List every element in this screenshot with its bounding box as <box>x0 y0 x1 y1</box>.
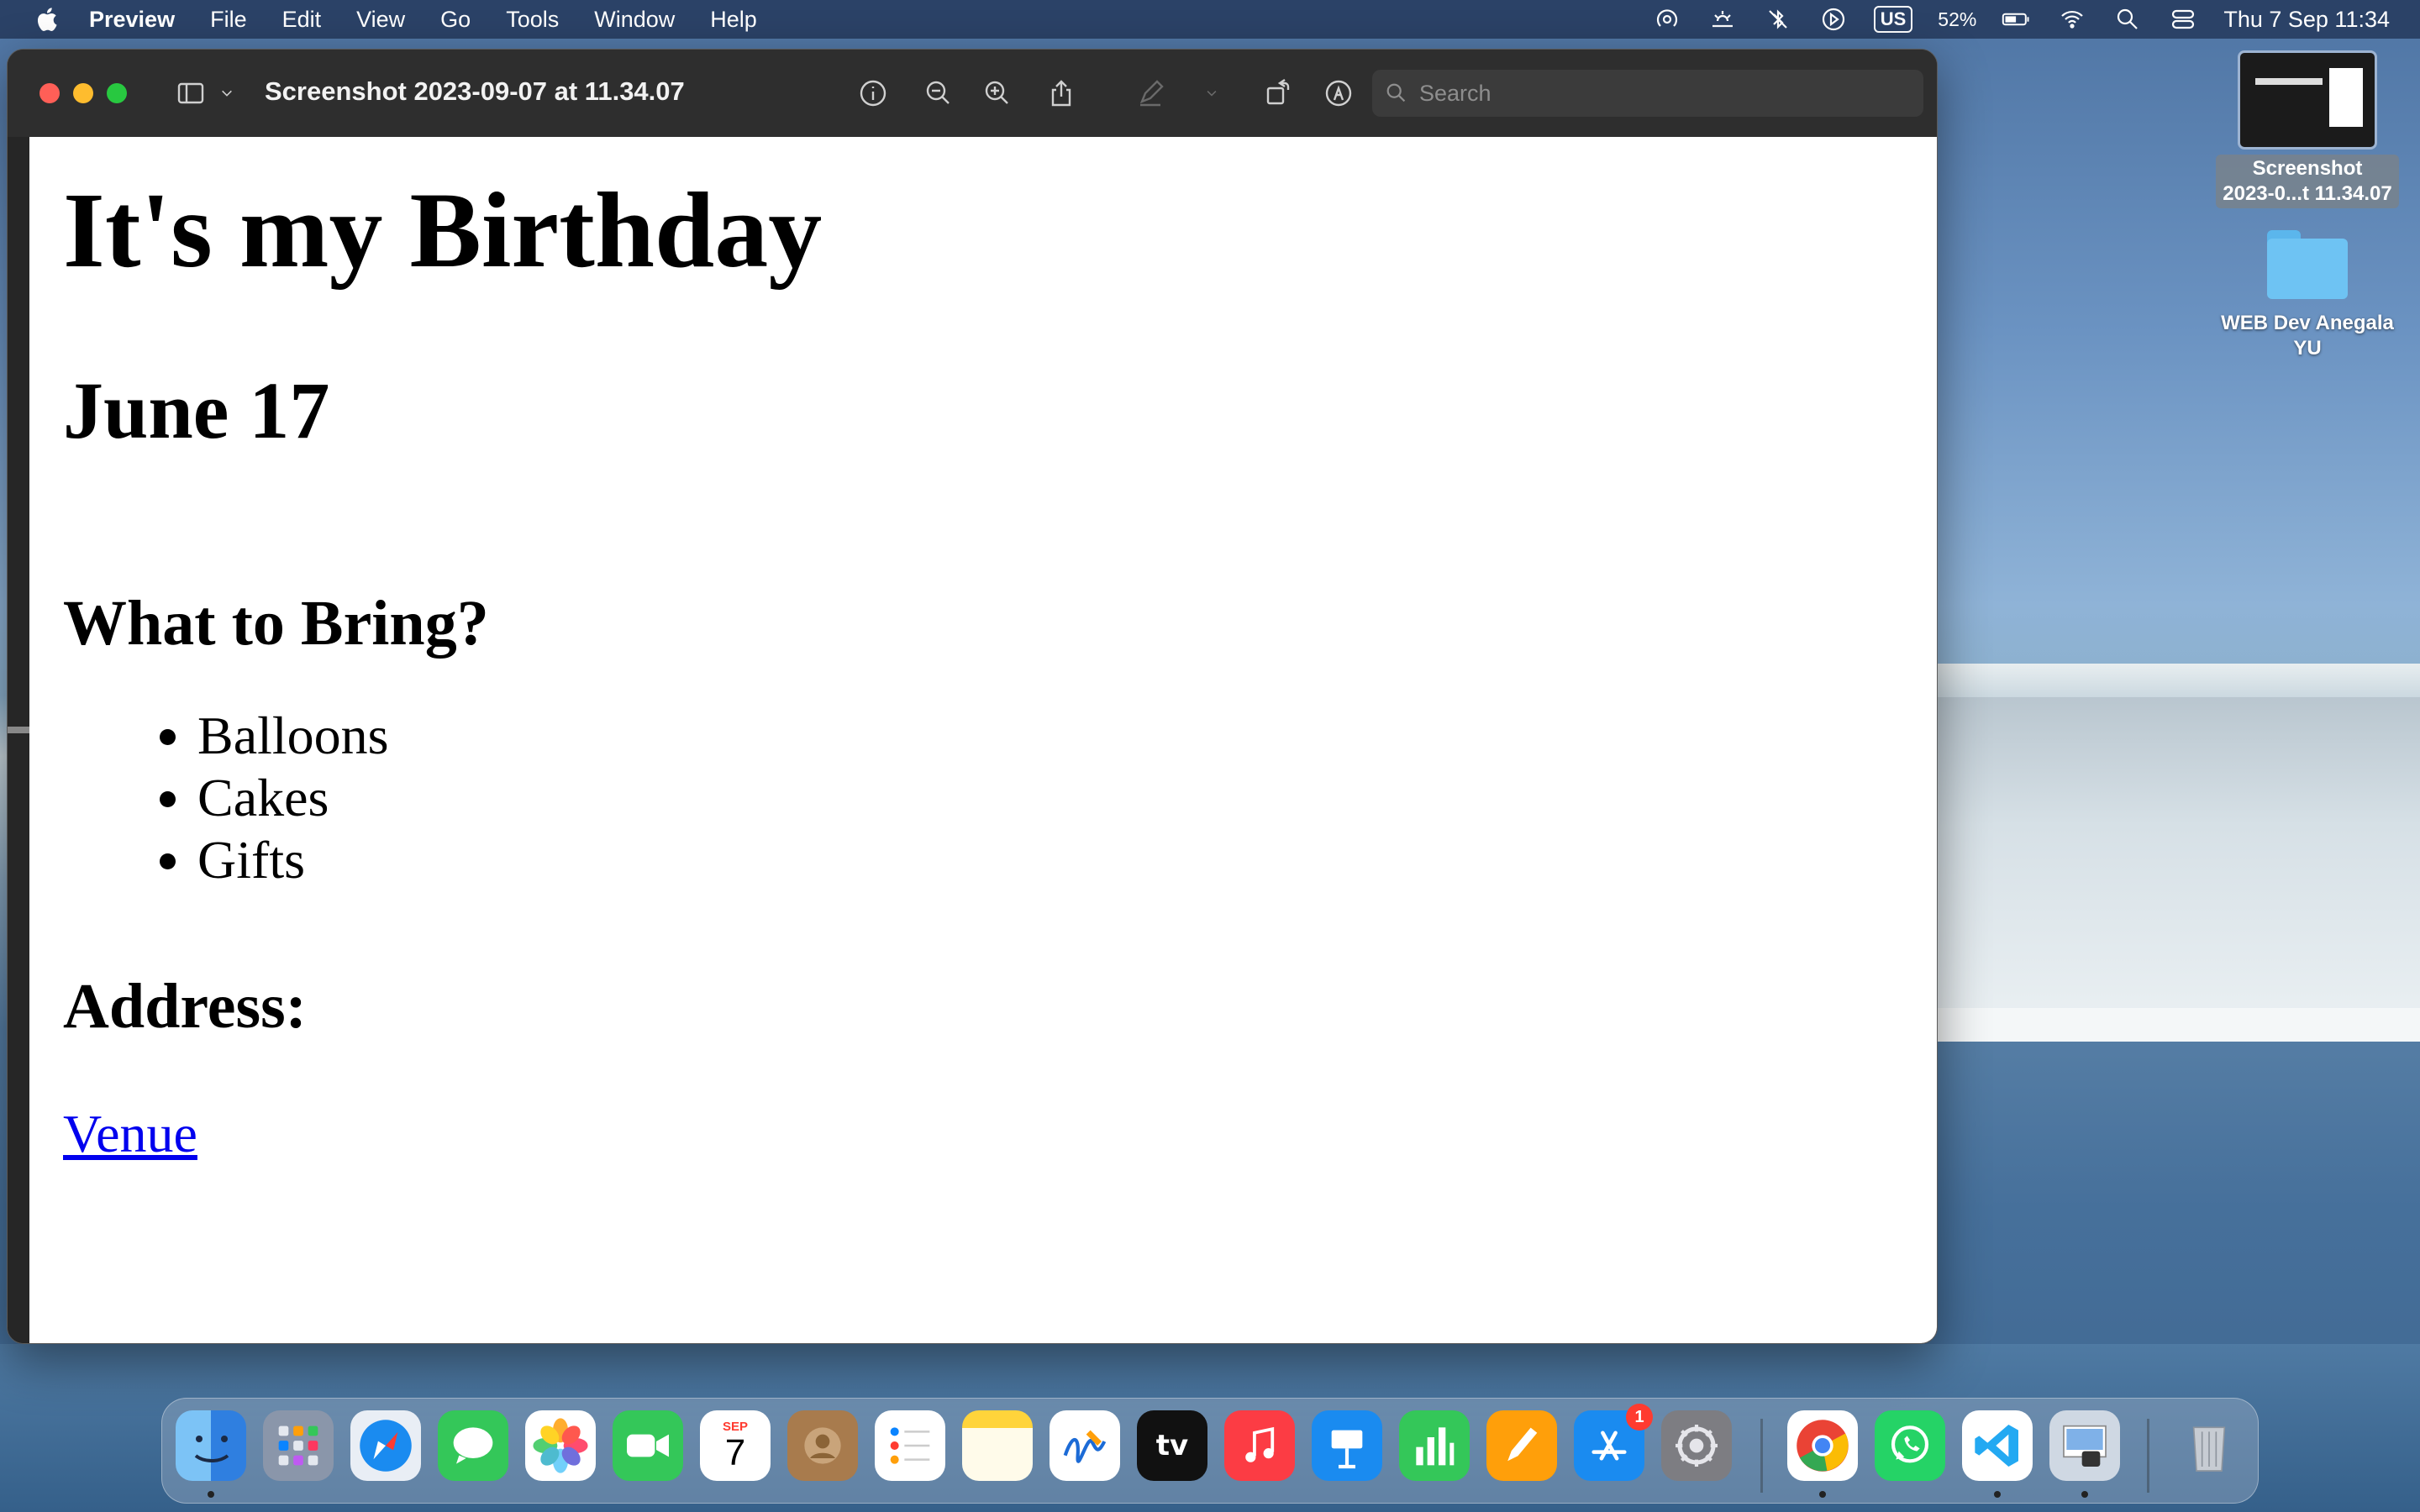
apple-icon[interactable] <box>34 6 59 33</box>
list-item: Balloons <box>197 705 389 767</box>
document-content: It's my Birthday June 17 What to Bring? … <box>29 137 1937 1343</box>
sidebar-menu-chevron-icon[interactable] <box>214 75 239 112</box>
reminders-icon[interactable] <box>875 1410 945 1481</box>
calendar-day: 7 <box>724 1431 746 1473</box>
notes-icon[interactable] <box>962 1410 1033 1481</box>
apple-tv-label: tv <box>1155 1429 1189 1462</box>
chrome-icon[interactable] <box>1787 1410 1858 1481</box>
desktop-folder[interactable]: WEB Dev Anegala YU <box>2207 227 2408 361</box>
app-store-icon[interactable]: 1 <box>1574 1404 1653 1481</box>
wallpaper-pool <box>1933 697 2420 1016</box>
vscode-icon[interactable] <box>1962 1410 2033 1481</box>
desktop-file-label-line-2: 2023-0...t 11.34.07 <box>2223 182 2392 205</box>
markup-icon[interactable] <box>1320 75 1357 112</box>
running-indicator <box>1819 1491 1826 1498</box>
menu-file[interactable]: File <box>210 7 247 33</box>
menu-bar: Preview File Edit View Go Tools Window H… <box>0 0 2420 39</box>
screenshot-thumbnail-icon <box>2238 50 2377 150</box>
calendar-month: SEP <box>722 1419 748 1434</box>
rotate-icon[interactable] <box>1260 75 1297 112</box>
music-icon[interactable] <box>1224 1410 1295 1481</box>
sidebar-resize-handle[interactable] <box>8 727 29 733</box>
zoom-window-button[interactable] <box>107 83 127 103</box>
menu-view[interactable]: View <box>356 7 405 33</box>
dock-separator <box>1760 1419 1763 1493</box>
wifi-icon[interactable] <box>2057 4 2087 34</box>
control-center-icon[interactable] <box>2168 4 2198 34</box>
messages-icon[interactable] <box>438 1410 508 1481</box>
desktop-file-label: Screenshot 2023-0...t 11.34.07 <box>2216 155 2399 208</box>
running-indicator <box>2081 1491 2088 1498</box>
desktop-folder-label-line-1: WEB Dev Anegala <box>2221 312 2394 334</box>
running-indicator <box>1994 1491 2001 1498</box>
trash-icon[interactable] <box>2174 1410 2244 1481</box>
highlight-menu-chevron-icon[interactable] <box>1199 75 1224 112</box>
zoom-out-icon[interactable] <box>920 75 957 112</box>
menu-window[interactable]: Window <box>594 7 675 33</box>
numbers-icon[interactable] <box>1399 1410 1470 1481</box>
launchpad-icon[interactable] <box>263 1410 334 1481</box>
freeform-icon[interactable] <box>1050 1410 1120 1481</box>
bluetooth-off-icon[interactable] <box>1763 4 1793 34</box>
zoom-in-icon[interactable] <box>979 75 1016 112</box>
close-window-button[interactable] <box>39 83 60 103</box>
menu-tools[interactable]: Tools <box>506 7 559 33</box>
folder-icon <box>2265 227 2349 302</box>
now-playing-icon[interactable] <box>1818 4 1849 34</box>
minimize-window-button[interactable] <box>73 83 93 103</box>
window-title: Screenshot 2023-09-07 at 11.34.07 <box>265 76 685 106</box>
venue-link[interactable]: Venue <box>63 1103 197 1165</box>
facetime-icon[interactable] <box>613 1410 683 1481</box>
safari-icon[interactable] <box>350 1410 421 1481</box>
input-source-badge[interactable]: US <box>1873 6 1913 33</box>
finder-icon[interactable] <box>176 1410 246 1481</box>
keynote-icon[interactable] <box>1312 1410 1382 1481</box>
menu-go[interactable]: Go <box>440 7 471 33</box>
app-store-badge: 1 <box>1626 1404 1653 1431</box>
desktop-folder-label: WEB Dev Anegala YU <box>2207 311 2408 361</box>
photos-icon[interactable] <box>525 1410 596 1481</box>
dock: SEP 7 tv 1 <box>161 1398 2259 1504</box>
wallpaper-pool-edge <box>1933 1008 2420 1042</box>
list-item: Gifts <box>197 829 389 891</box>
bring-heading: What to Bring? <box>63 588 489 659</box>
address-heading: Address: <box>63 971 307 1042</box>
page-heading: It's my Birthday <box>63 171 823 290</box>
night-shift-icon[interactable] <box>1707 4 1738 34</box>
share-icon[interactable] <box>1043 75 1080 112</box>
desktop-screenshot-file[interactable]: Screenshot 2023-0...t 11.34.07 <box>2207 50 2408 208</box>
window-titlebar[interactable]: Screenshot 2023-09-07 at 11.34.07 <box>8 50 1937 137</box>
desktop-file-label-line-1: Screenshot <box>2252 157 2363 180</box>
list-item: Cakes <box>197 767 389 829</box>
whatsapp-icon[interactable] <box>1875 1410 1945 1481</box>
search-icon <box>1386 83 1406 102</box>
sidebar-edge <box>8 137 29 1343</box>
sidebar-toggle-icon[interactable] <box>172 75 209 112</box>
preview-window: Screenshot 2023-09-07 at 11.34.07 It's m… <box>7 49 1938 1344</box>
status-area: US 52% Thu 7 Sep 11:34 <box>1652 0 2390 39</box>
search-field[interactable] <box>1372 70 1923 117</box>
system-settings-icon[interactable] <box>1661 1410 1732 1481</box>
running-indicator <box>208 1491 214 1498</box>
event-date: June 17 <box>63 365 330 455</box>
info-icon[interactable] <box>855 75 892 112</box>
desktop-folder-label-line-2: YU <box>2293 337 2322 360</box>
preview-app-icon[interactable] <box>2049 1410 2120 1481</box>
menu-help[interactable]: Help <box>710 7 757 33</box>
pages-icon[interactable] <box>1486 1410 1557 1481</box>
airdrop-icon[interactable] <box>1652 4 1682 34</box>
highlight-pen-icon[interactable] <box>1132 75 1169 112</box>
menu-edit[interactable]: Edit <box>282 7 322 33</box>
apple-tv-icon[interactable]: tv <box>1137 1410 1207 1481</box>
dock-separator <box>2147 1419 2149 1493</box>
menu-app-name[interactable]: Preview <box>89 7 175 33</box>
bring-list: Balloons Cakes Gifts <box>139 705 389 891</box>
calendar-icon[interactable]: SEP 7 <box>700 1410 771 1481</box>
contacts-icon[interactable] <box>787 1410 858 1481</box>
battery-percent: 52% <box>1938 8 1977 30</box>
spotlight-search-icon[interactable] <box>2112 4 2143 34</box>
clock-datetime[interactable]: Thu 7 Sep 11:34 <box>2223 7 2390 33</box>
search-input[interactable] <box>1418 79 1908 108</box>
battery-icon[interactable] <box>2002 4 2032 34</box>
